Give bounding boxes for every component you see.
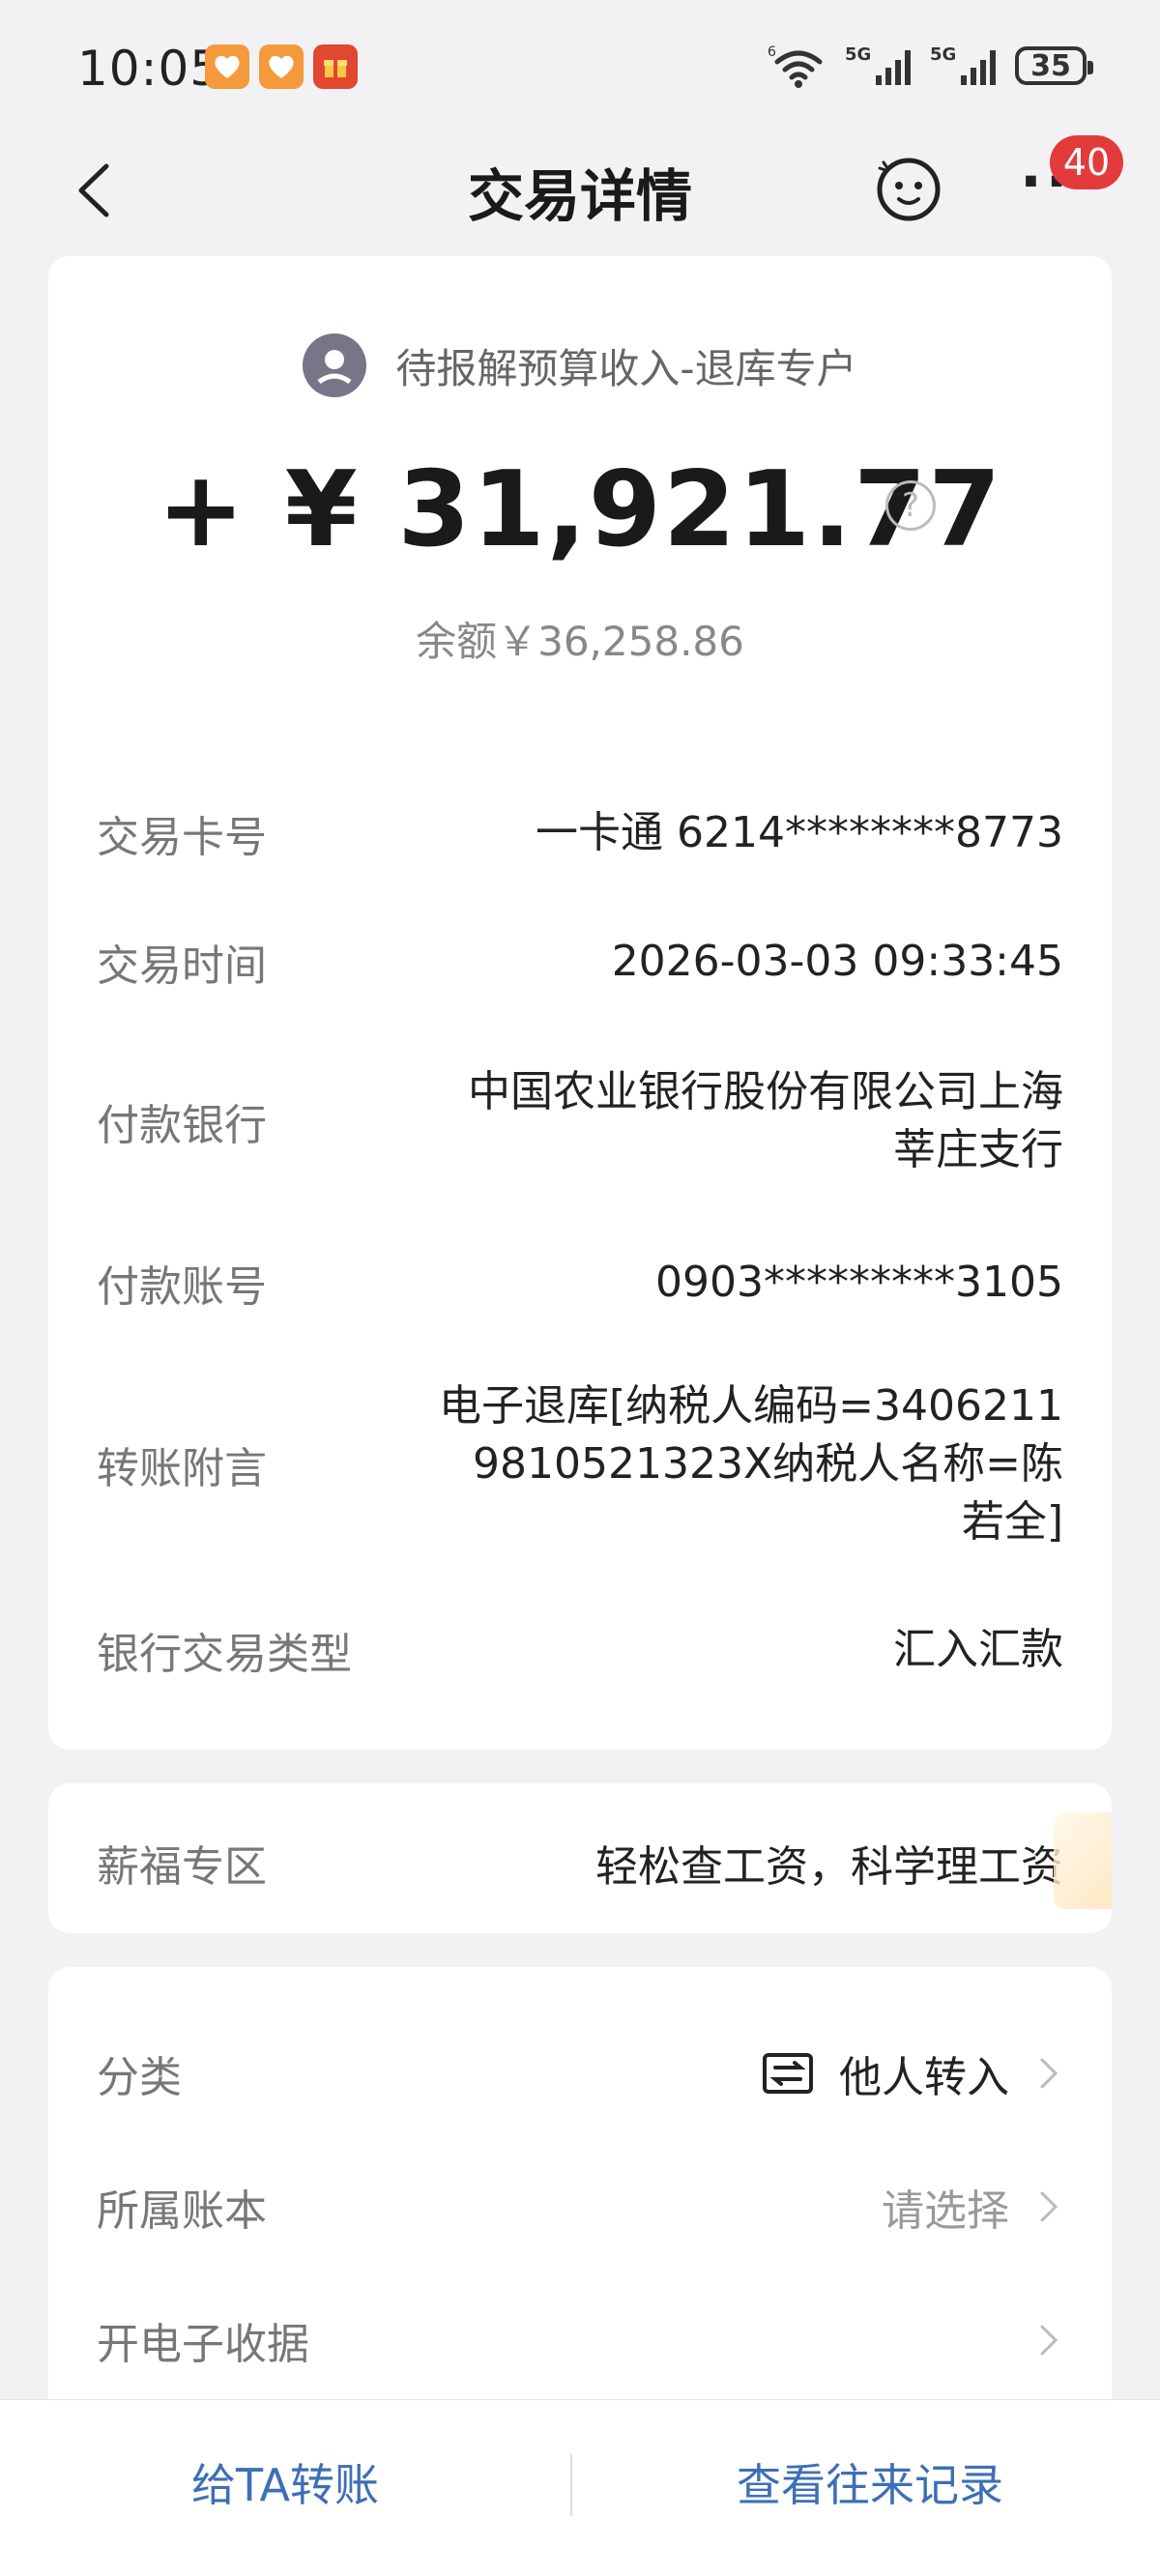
signal-5g-icon-2: 5G: [930, 44, 996, 85]
transfer-to-payee-button[interactable]: 给TA转账: [0, 2400, 570, 2564]
detail-label: 银行交易类型: [97, 1630, 352, 1679]
salary-decoration-icon: [1054, 1812, 1112, 1909]
payee-name: 待报解预算收入-退库专户: [395, 344, 857, 392]
svg-text:5G: 5G: [845, 44, 871, 65]
detail-value: 中国农业银行股份有限公司上海莘庄支行: [468, 1067, 1063, 1174]
salary-zone-card[interactable]: 薪福专区 轻松查工资，科学理工资: [48, 1783, 1112, 1933]
transaction-card: 待报解预算收入-退库专户 + ¥ 31,921.77 ? 余额￥36,258.8…: [48, 256, 1112, 1750]
help-icon[interactable]: ?: [885, 480, 936, 531]
detail-row-transaction-type: 银行交易类型 汇入汇款: [97, 1619, 1063, 1681]
gift-app-icon: [313, 44, 358, 89]
assistant-robot-icon[interactable]: [870, 149, 947, 226]
option-label: 分类: [97, 2053, 182, 2102]
detail-row-paying-account: 付款账号 0903*********3105: [97, 1252, 1063, 1314]
view-history-button[interactable]: 查看往来记录: [580, 2400, 1160, 2564]
option-label: 开电子收据: [97, 2320, 309, 2369]
detail-value: 2026-03-03 09:33:45: [611, 937, 1063, 986]
option-right: [1009, 2321, 1063, 2359]
chevron-right-icon: [1040, 2058, 1058, 2089]
detail-value: 一卡通 6214********8773: [536, 808, 1063, 857]
system-icons: 6 5G 5G 35: [768, 43, 1093, 89]
notification-badge: 40: [1050, 135, 1123, 189]
chevron-right-icon: [1040, 2191, 1058, 2222]
salary-zone-value[interactable]: 轻松查工资，科学理工资: [595, 1832, 1063, 1894]
heart-app-icon-2: [259, 44, 304, 89]
transfer-icon: [763, 2053, 813, 2094]
detail-row-time: 交易时间 2026-03-03 09:33:45: [97, 931, 1063, 993]
nav-bar: 交易详情 ··· 40: [0, 135, 1160, 242]
chevron-right-icon: [1040, 2325, 1058, 2356]
detail-label: 转账附言: [97, 1444, 267, 1493]
wifi-icon: 6: [768, 44, 823, 88]
detail-label: 付款账号: [97, 1262, 267, 1312]
option-value: 请选择: [882, 2186, 1009, 2236]
option-ledger[interactable]: 所属账本 请选择: [97, 2168, 1063, 2245]
payee-avatar-icon: [303, 333, 367, 397]
detail-label: 交易时间: [97, 941, 267, 991]
option-value: 他人转入: [839, 2053, 1009, 2102]
bottom-divider: [570, 2454, 572, 2516]
option-e-receipt[interactable]: 开电子收据: [97, 2301, 1063, 2379]
detail-value: 汇入汇款: [893, 1625, 1063, 1674]
payee-row: 待报解预算收入-退库专户: [48, 333, 1112, 397]
detail-row-memo: 转账附言 电子退库[纳税人编码=34062119810521323X纳税人名称=…: [97, 1377, 1063, 1551]
svg-text:5G: 5G: [930, 44, 956, 65]
option-label: 所属账本: [97, 2186, 267, 2236]
bottom-action-bar: 给TA转账 查看往来记录: [0, 2399, 1160, 2576]
option-right: 他人转入: [762, 2042, 1063, 2104]
option-right: 请选择: [882, 2176, 1063, 2238]
notification-icons: [205, 44, 358, 89]
clock: 10:05: [77, 41, 222, 97]
detail-label: 付款银行: [97, 1101, 267, 1150]
wifi-badge-text: 6: [768, 44, 776, 60]
transaction-amount: + ¥ 31,921.77: [157, 449, 1003, 570]
detail-row-card-number: 交易卡号 一卡通 6214********8773: [97, 802, 1063, 864]
salary-zone-label: 薪福专区: [97, 1842, 267, 1892]
heart-app-icon: [205, 44, 249, 89]
detail-label: 交易卡号: [97, 813, 267, 862]
detail-value: 电子退库[纳税人编码=34062119810521323X纳税人名称=陈若全]: [439, 1381, 1063, 1547]
detail-row-paying-bank: 付款银行 中国农业银行股份有限公司上海莘庄支行: [97, 1063, 1063, 1179]
page-title: 交易详情: [467, 163, 692, 229]
option-category[interactable]: 分类 他人转入: [97, 2035, 1063, 2112]
signal-5g-icon: 5G: [845, 44, 911, 85]
account-balance: 余额￥36,258.86: [416, 618, 744, 665]
status-bar: 10:05 6 5G 5G 35: [0, 0, 1160, 135]
detail-value: 0903*********3105: [655, 1258, 1063, 1307]
battery-icon: 35: [1015, 46, 1093, 85]
